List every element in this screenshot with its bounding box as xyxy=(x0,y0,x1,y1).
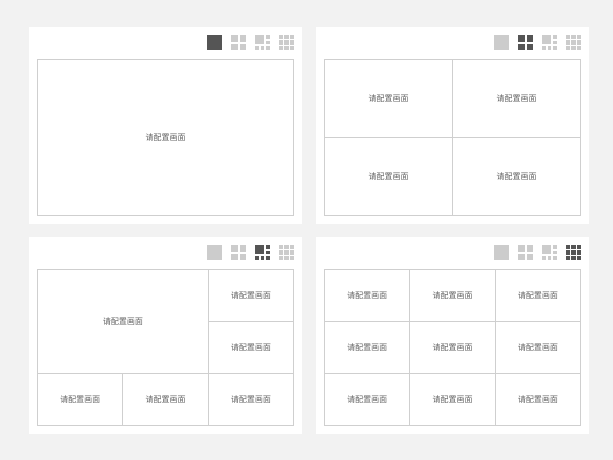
layout-panel-nine: 请配置画面 请配置画面 请配置画面 请配置画面 请配置画面 请配置画面 请配置画… xyxy=(316,237,589,434)
four-split-icon[interactable] xyxy=(231,245,246,260)
view-cell[interactable]: 请配置画面 xyxy=(208,322,293,373)
view-cell[interactable]: 请配置画面 xyxy=(495,322,580,373)
four-split-icon[interactable] xyxy=(518,245,533,260)
layout-toolbar xyxy=(207,245,294,260)
view-cell[interactable]: 请配置画面 xyxy=(325,270,410,321)
view-cell[interactable]: 请配置画面 xyxy=(325,322,410,373)
view-cell[interactable]: 请配置画面 xyxy=(325,138,452,215)
nine-split-icon[interactable] xyxy=(566,35,581,50)
single-view-icon[interactable] xyxy=(207,35,222,50)
view-grid: 请配置画面 请配置画面 请配置画面 请配置画面 xyxy=(324,59,581,216)
six-split-icon[interactable] xyxy=(255,245,270,260)
layout-toolbar xyxy=(494,35,581,50)
four-split-icon[interactable] xyxy=(231,35,246,50)
view-cell[interactable]: 请配置画面 xyxy=(410,322,495,373)
nine-split-icon[interactable] xyxy=(279,35,294,50)
view-cell[interactable]: 请配置画面 xyxy=(495,270,580,321)
layout-panel-six: 请配置画面 请配置画面 请配置画面 请配置画面 请配置画面 请配置画面 xyxy=(29,237,302,434)
six-split-icon[interactable] xyxy=(542,245,557,260)
layout-toolbar xyxy=(207,35,294,50)
six-split-icon[interactable] xyxy=(255,35,270,50)
single-view-icon[interactable] xyxy=(494,245,509,260)
layout-panel-four: 请配置画面 请配置画面 请配置画面 请配置画面 xyxy=(316,27,589,224)
six-split-icon[interactable] xyxy=(542,35,557,50)
view-grid: 请配置画面 请配置画面 请配置画面 请配置画面 请配置画面 请配置画面 xyxy=(37,269,294,426)
single-view-icon[interactable] xyxy=(207,245,222,260)
nine-split-icon[interactable] xyxy=(279,245,294,260)
view-cell[interactable]: 请配置画面 xyxy=(495,374,580,425)
view-grid: 请配置画面 请配置画面 请配置画面 请配置画面 请配置画面 请配置画面 请配置画… xyxy=(324,269,581,426)
view-cell[interactable]: 请配置画面 xyxy=(325,374,410,425)
view-cell[interactable]: 请配置画面 xyxy=(410,374,495,425)
view-cell[interactable]: 请配置画面 xyxy=(123,374,208,425)
four-split-icon[interactable] xyxy=(518,35,533,50)
view-cell[interactable]: 请配置画面 xyxy=(38,374,123,425)
layout-toolbar xyxy=(494,245,581,260)
view-cell-main[interactable]: 请配置画面 xyxy=(38,270,208,373)
view-grid: 请配置画面 xyxy=(37,59,294,216)
view-cell[interactable]: 请配置画面 xyxy=(208,374,293,425)
layout-panel-single: 请配置画面 xyxy=(29,27,302,224)
single-view-icon[interactable] xyxy=(494,35,509,50)
view-cell[interactable]: 请配置画面 xyxy=(410,270,495,321)
view-cell[interactable]: 请配置画面 xyxy=(38,60,293,215)
view-cell[interactable]: 请配置画面 xyxy=(453,138,580,215)
view-cell[interactable]: 请配置画面 xyxy=(453,60,580,137)
view-cell[interactable]: 请配置画面 xyxy=(208,270,293,321)
view-cell[interactable]: 请配置画面 xyxy=(325,60,452,137)
nine-split-icon[interactable] xyxy=(566,245,581,260)
